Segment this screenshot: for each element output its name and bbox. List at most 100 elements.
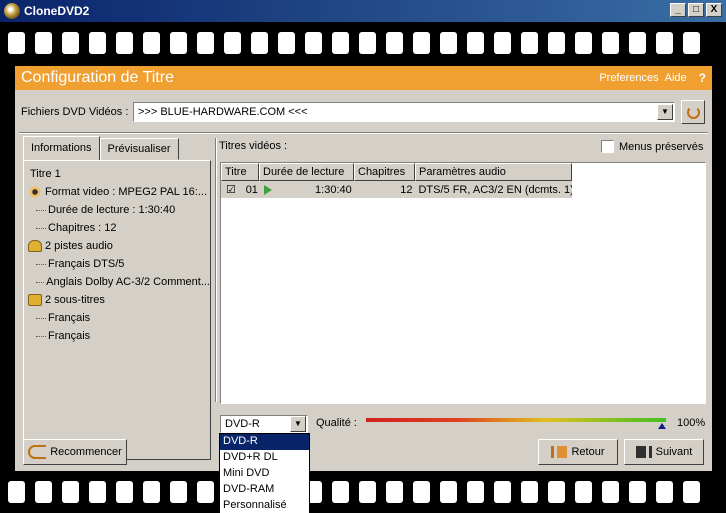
film-hole	[359, 481, 376, 503]
tree-chapitres[interactable]: Chapitres : 12	[24, 219, 210, 237]
recommencer-label: Recommencer	[50, 446, 122, 458]
tab-informations[interactable]: Informations	[23, 136, 100, 160]
play-icon[interactable]	[264, 184, 273, 195]
quality-value: 100%	[677, 417, 706, 429]
film-strip-bottom	[0, 471, 726, 513]
film-hole	[629, 481, 646, 503]
row-duree: 1:30:40	[315, 183, 352, 196]
app-icon	[4, 3, 20, 19]
film-hole	[386, 481, 403, 503]
tree-subs-group[interactable]: 2 sous-titres	[24, 291, 210, 309]
source-label: Fichiers DVD Vidéos :	[21, 106, 129, 118]
film-hole	[62, 32, 79, 54]
tree-audio-label: Anglais Dolby AC-3/2 Comment...	[46, 276, 210, 288]
film-hole	[494, 481, 511, 503]
maximize-button[interactable]: □	[688, 3, 704, 17]
film-hole	[656, 481, 673, 503]
tree-duree-label: Durée de lecture : 1:30:40	[48, 204, 176, 216]
film-hole	[116, 32, 133, 54]
row-checkbox[interactable]: ☑	[221, 183, 243, 196]
col-audio[interactable]: Paramètres audio	[415, 163, 572, 181]
aide-link[interactable]: Aide	[665, 72, 687, 84]
tree-audio-item[interactable]: Français DTS/5	[24, 255, 210, 273]
menus-checkbox[interactable]	[601, 140, 614, 153]
help-icon[interactable]: ?	[699, 71, 706, 85]
film-hole	[521, 481, 538, 503]
table-row[interactable]: ☑ 01 1:30:40 12 DTS/5 FR, AC3/2 EN (dcmt…	[221, 181, 572, 198]
film-hole	[8, 32, 25, 54]
recommencer-button[interactable]: Recommencer	[23, 439, 127, 465]
film-hole	[89, 481, 106, 503]
film-hole	[629, 32, 646, 54]
source-value: >>> BLUE-HARDWARE.COM <<<	[138, 106, 308, 118]
retour-button[interactable]: Retour	[538, 439, 618, 465]
suivant-button[interactable]: Suivant	[624, 439, 704, 465]
film-hole	[494, 32, 511, 54]
close-button[interactable]: X	[706, 3, 722, 17]
dropdown-option[interactable]: DVD+R DL	[220, 450, 309, 466]
tree-sub-item[interactable]: Français	[24, 309, 210, 327]
col-duree[interactable]: Durée de lecture	[259, 163, 354, 181]
tree-sub-label: Français	[48, 330, 91, 342]
tree-subs-group-label: 2 sous-titres	[45, 294, 105, 306]
quality-marker[interactable]	[658, 423, 666, 429]
film-hole	[35, 481, 52, 503]
film-hole	[197, 481, 214, 503]
film-hole	[359, 32, 376, 54]
retour-label: Retour	[571, 446, 605, 458]
film-hole	[197, 32, 214, 54]
info-tree: Titre 1 Format video : MPEG2 PAL 16:... …	[23, 160, 211, 460]
film-hole	[548, 481, 565, 503]
output-format-value: DVD-R	[225, 418, 260, 430]
main-panel: Configuration de Titre Preferences Aide …	[15, 66, 712, 471]
col-chapitres[interactable]: Chapitres	[354, 163, 415, 181]
header-bar: Configuration de Titre Preferences Aide …	[15, 66, 712, 90]
preferences-link[interactable]: Preferences	[599, 72, 658, 84]
subtitle-icon	[28, 294, 42, 306]
film-hole	[413, 32, 430, 54]
menus-label: Menus préservés	[619, 140, 704, 153]
tree-duree[interactable]: Durée de lecture : 1:30:40	[24, 201, 210, 219]
chevron-down-icon[interactable]: ▼	[290, 416, 306, 432]
dropdown-option[interactable]: Mini DVD	[220, 466, 309, 482]
chevron-down-icon[interactable]: ▼	[657, 104, 673, 120]
tree-audio-group[interactable]: 2 pistes audio	[24, 237, 210, 255]
film-hole	[305, 32, 322, 54]
film-hole	[8, 481, 25, 503]
output-format-select[interactable]: DVD-R ▼	[220, 415, 308, 433]
film-hole	[251, 32, 268, 54]
tree-audio-item[interactable]: Anglais Dolby AC-3/2 Comment...	[24, 273, 210, 291]
col-titre[interactable]: Titre	[221, 163, 259, 181]
dropdown-option[interactable]: DVD-RAM	[220, 482, 309, 498]
refresh-button[interactable]	[681, 100, 705, 124]
film-holes	[8, 481, 700, 503]
tree-title[interactable]: Titre 1	[24, 165, 210, 183]
film-hole	[440, 32, 457, 54]
eye-icon	[28, 186, 42, 198]
minimize-button[interactable]: _	[670, 3, 686, 17]
film-hole	[656, 32, 673, 54]
tree-sub-item[interactable]: Français	[24, 327, 210, 345]
film-hole	[332, 481, 349, 503]
titres-label: Titres vidéos :	[219, 140, 288, 152]
film-hole	[116, 481, 133, 503]
film-hole	[62, 481, 79, 503]
film-holes	[8, 32, 700, 54]
film-hole	[467, 481, 484, 503]
menus-preserves[interactable]: Menus préservés	[601, 140, 703, 153]
refresh-icon	[686, 105, 700, 119]
tree-format[interactable]: Format video : MPEG2 PAL 16:...	[24, 183, 210, 201]
film-hole	[35, 32, 52, 54]
film-hole	[143, 32, 160, 54]
row-chapitres: 12	[400, 183, 413, 196]
title-bar: CloneDVD2 _ □ X	[0, 0, 726, 22]
qualite-label: Qualité :	[316, 417, 357, 429]
film-hole	[89, 32, 106, 54]
tab-previsualiser[interactable]: Prévisualiser	[99, 138, 179, 160]
page-title: Configuration de Titre	[21, 69, 174, 86]
film-hole	[683, 32, 700, 54]
dropdown-option[interactable]: DVD-R	[220, 434, 309, 450]
source-select[interactable]: >>> BLUE-HARDWARE.COM <<< ▼	[133, 102, 675, 122]
dropdown-option[interactable]: Personnalisé	[220, 498, 309, 513]
suivant-label: Suivant	[655, 446, 693, 458]
